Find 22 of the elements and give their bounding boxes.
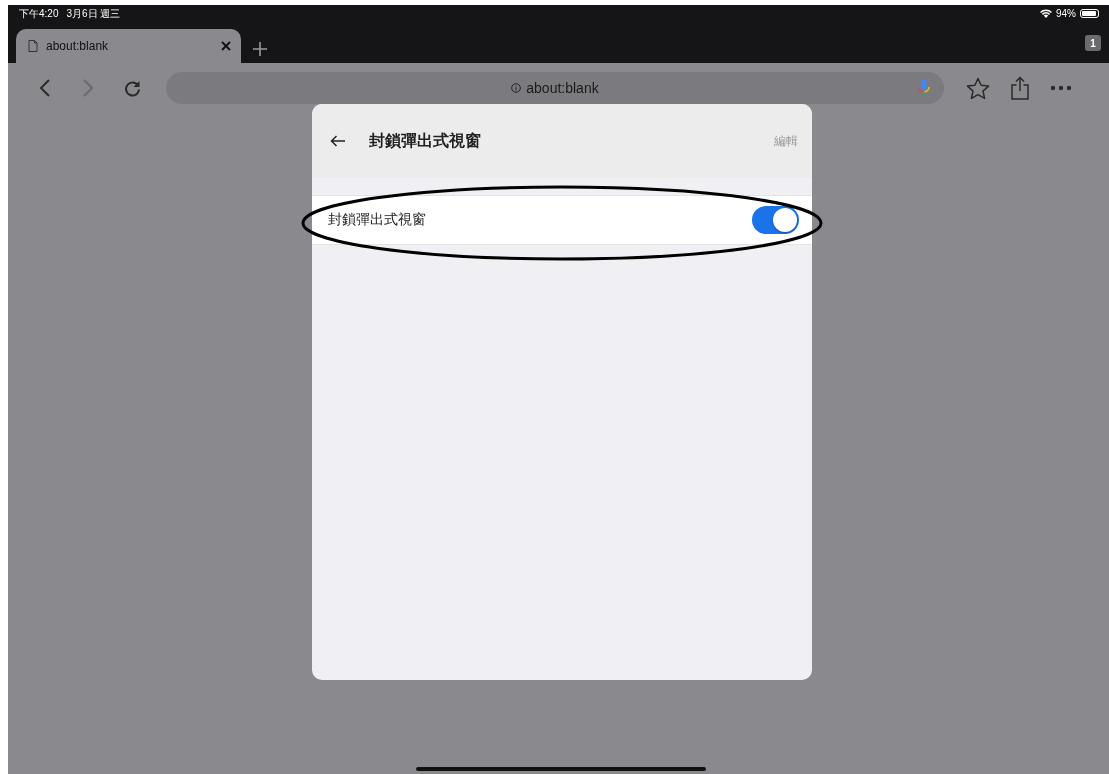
wifi-icon (1040, 9, 1052, 18)
star-icon[interactable] (966, 76, 990, 100)
share-icon[interactable] (1010, 76, 1030, 100)
info-icon (511, 83, 522, 93)
close-icon[interactable] (221, 41, 231, 51)
reload-icon[interactable] (123, 79, 141, 97)
page-icon (28, 40, 38, 52)
battery-percent: 94% (1056, 8, 1076, 19)
back-icon[interactable] (38, 79, 50, 97)
setting-label: 封鎖彈出式視窗 (327, 211, 427, 229)
status-date: 3月6日 週三 (66, 6, 121, 21)
more-icon[interactable] (1050, 85, 1072, 91)
tab-count[interactable]: 1 (1085, 35, 1101, 51)
toggle-switch[interactable] (751, 206, 799, 234)
browser-tab[interactable]: about:blank (16, 29, 241, 63)
status-time: 下午4:20 (19, 6, 59, 21)
back-arrow-icon[interactable] (329, 135, 345, 147)
address-bar[interactable]: about:blank (166, 72, 944, 104)
battery-icon (1080, 9, 1099, 18)
microphone-icon[interactable] (918, 79, 930, 97)
dialog-title: 封鎖彈出式視窗 (368, 130, 482, 151)
plus-icon[interactable] (253, 42, 267, 56)
